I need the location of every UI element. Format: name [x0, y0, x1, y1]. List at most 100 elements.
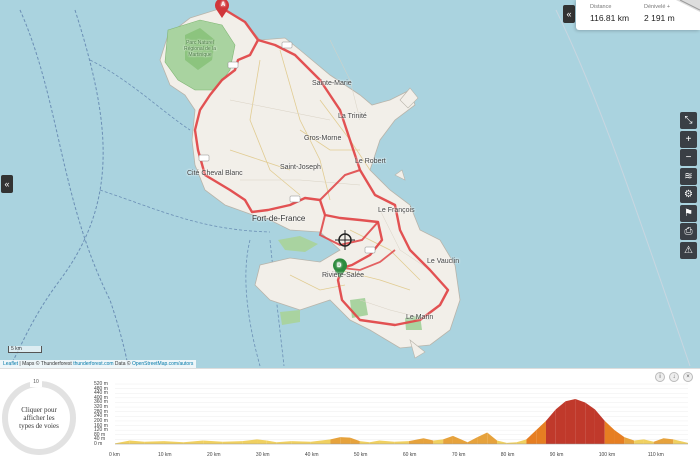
end-marker-label: D: [337, 263, 342, 269]
profile-segment: [163, 441, 184, 444]
x-tick-label: 70 km: [451, 452, 466, 458]
place-le-vauclin: Le Vauclin: [427, 258, 460, 265]
profile-segment: [183, 440, 204, 444]
thunderforest-link[interactable]: thunderforest.com: [73, 361, 113, 367]
profile-segment: [423, 438, 434, 444]
x-tick-label: 30 km: [255, 452, 270, 458]
place-le-francois: Le François: [378, 207, 415, 214]
profile-segment: [379, 440, 395, 444]
road-types-button[interactable]: Cliquer pour afficher les types de voies: [2, 381, 76, 455]
profile-segment: [594, 409, 605, 444]
place-fort-de-france: Fort-de-France: [252, 214, 306, 223]
layers-icon[interactable]: ≋: [680, 167, 697, 185]
x-tick-label: 40 km: [304, 452, 319, 458]
profile-segment: [203, 440, 223, 444]
profile-segment: [555, 401, 566, 444]
profile-segment: [222, 441, 243, 444]
zoom-out-icon[interactable]: −: [680, 149, 697, 166]
elevation-profile-chart[interactable]: [80, 378, 695, 462]
profile-segment: [369, 440, 380, 444]
profile-segment: [443, 435, 453, 444]
profile-segment: [310, 439, 331, 444]
scale-bar: 5 km: [8, 346, 42, 353]
y-tick-label: 520 m: [94, 381, 108, 387]
x-tick-label: 110 km: [647, 452, 664, 458]
osm-link[interactable]: OpenStreetMap.com/autors: [132, 361, 193, 367]
profile-segment: [575, 399, 586, 444]
profile-segment: [350, 437, 360, 444]
profile-segment: [266, 440, 277, 444]
elevation-value: 2 191 m: [644, 13, 675, 23]
distance-value: 116.81 km: [590, 13, 630, 23]
left-panel-toggle[interactable]: «: [1, 175, 13, 193]
profile-segment: [257, 439, 267, 444]
place-la-trinite: La Trinité: [338, 113, 367, 120]
road-icon[interactable]: ⚑: [680, 204, 697, 222]
distance-label: Distance: [590, 4, 612, 10]
map-toolbar: ⤡ + − ≋ ⚙ ⚑ ⎙ ⚠: [680, 112, 697, 260]
profile-segment: [643, 439, 654, 444]
bike-icon[interactable]: ⚙: [680, 186, 697, 203]
profile-segment: [477, 432, 488, 444]
place-le-marin: Le Marin: [406, 314, 434, 321]
collapse-icon[interactable]: ⤡: [680, 112, 697, 129]
profile-segment: [394, 441, 409, 444]
profile-segment: [340, 437, 351, 444]
map-attribution: Leaflet | Maps © Thunderforest thunderfo…: [0, 360, 197, 368]
x-tick-label: 50 km: [353, 452, 368, 458]
profile-segment: [653, 438, 664, 444]
profile-segment: [129, 440, 145, 444]
profile-segment: [144, 441, 164, 444]
profile-segment: [487, 432, 497, 444]
park-label: Parc Naturel Régional de la Martinique: [184, 40, 216, 58]
distance-stat: Distance 116.81 km: [590, 4, 629, 23]
profile-segment: [330, 437, 341, 444]
map-canvas[interactable]: [0, 0, 700, 368]
place-saint-joseph: Saint-Joseph: [280, 164, 321, 171]
x-tick-label: 80 km: [500, 452, 515, 458]
profile-segment: [673, 439, 688, 444]
profile-segment: [565, 399, 576, 444]
map[interactable]: A D Parc Naturel Régional de la Martiniq…: [0, 0, 700, 368]
leaflet-link[interactable]: Leaflet: [3, 361, 18, 367]
profile-segment: [663, 438, 674, 444]
place-gros-morne: Gros-Morne: [304, 135, 342, 142]
profile-segment: [497, 440, 507, 444]
profile-segment: [408, 438, 424, 444]
x-tick-label: 90 km: [549, 452, 564, 458]
x-tick-label: 10 km: [157, 452, 172, 458]
profile-segment: [585, 402, 595, 444]
data-credit: Data ©: [113, 361, 132, 367]
warning-icon[interactable]: ⚠: [680, 241, 697, 259]
tiles-credit: | Maps © Thunderforest: [18, 361, 74, 367]
zoom-in-icon[interactable]: +: [680, 130, 697, 148]
profile-segment: [634, 439, 644, 444]
profile-segment: [614, 430, 625, 444]
right-panel-toggle[interactable]: «: [563, 5, 575, 23]
elevation-stat: Dénivelé + 2 191 m: [644, 4, 675, 23]
profile-segment: [467, 437, 478, 444]
profile-segment: [359, 441, 370, 444]
profile-segment: [242, 439, 258, 444]
ring-number: 10: [30, 379, 42, 387]
corner-fold-icon[interactable]: [676, 0, 700, 12]
profile-segment: [452, 435, 468, 444]
road-types-label: Cliquer pour afficher les types de voies: [19, 406, 59, 430]
profile-segment: [516, 439, 527, 444]
x-tick-label: 0 km: [109, 452, 120, 458]
x-tick-label: 100 km: [598, 452, 616, 458]
profile-segment: [624, 437, 635, 444]
place-riviere-salee: Rivière-Salée: [322, 272, 365, 279]
profile-segment: [526, 430, 537, 444]
print-icon[interactable]: ⎙: [680, 223, 697, 240]
profile-segment: [291, 441, 311, 444]
place-sainte-marie: Sainte-Marie: [312, 80, 352, 87]
profile-segment: [604, 420, 615, 444]
place-le-robert: Le Robert: [355, 158, 386, 165]
start-marker-label: A: [221, 2, 226, 8]
place-case-pilote: Cité Cheval Blanc: [187, 170, 243, 177]
x-tick-label: 60 km: [402, 452, 417, 458]
x-tick-label: 20 km: [206, 452, 221, 458]
profile-segment: [536, 420, 546, 444]
profile-segment: [545, 409, 556, 444]
